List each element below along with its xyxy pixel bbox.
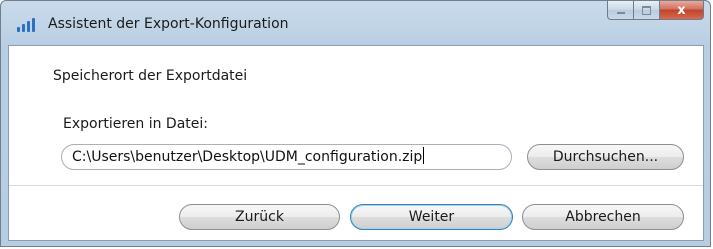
back-button[interactable]: Zurück xyxy=(179,204,340,230)
maximize-icon xyxy=(642,5,651,15)
export-path-input[interactable]: C:\Users\benutzer\Desktop\UDM_configurat… xyxy=(61,144,512,170)
section-heading: Speicherort der Exportdatei xyxy=(53,68,248,84)
cancel-button[interactable]: Abbrechen xyxy=(522,204,684,230)
text-caret xyxy=(423,147,425,164)
export-path-value: C:\Users\benutzer\Desktop\UDM_configurat… xyxy=(72,149,423,165)
window-title: Assistent der Export-Konfiguration xyxy=(48,16,289,32)
export-wizard-window: Assistent der Export-Konfiguration x Spe… xyxy=(0,0,711,247)
browse-button[interactable]: Durchsuchen... xyxy=(527,144,684,170)
export-file-label: Exportieren in Datei: xyxy=(63,116,208,132)
minimize-icon xyxy=(616,11,625,14)
title-bar[interactable]: Assistent der Export-Konfiguration x xyxy=(1,1,710,45)
maximize-button[interactable] xyxy=(634,1,660,20)
dialog-content: Speicherort der Exportdatei Exportieren … xyxy=(8,45,704,241)
app-bars-icon xyxy=(17,17,36,32)
window-controls: x xyxy=(607,1,704,21)
footer-divider xyxy=(9,185,703,186)
next-button[interactable]: Weiter xyxy=(350,204,513,230)
minimize-button[interactable] xyxy=(607,1,634,20)
close-icon: x xyxy=(677,2,686,18)
close-button[interactable]: x xyxy=(660,1,704,20)
